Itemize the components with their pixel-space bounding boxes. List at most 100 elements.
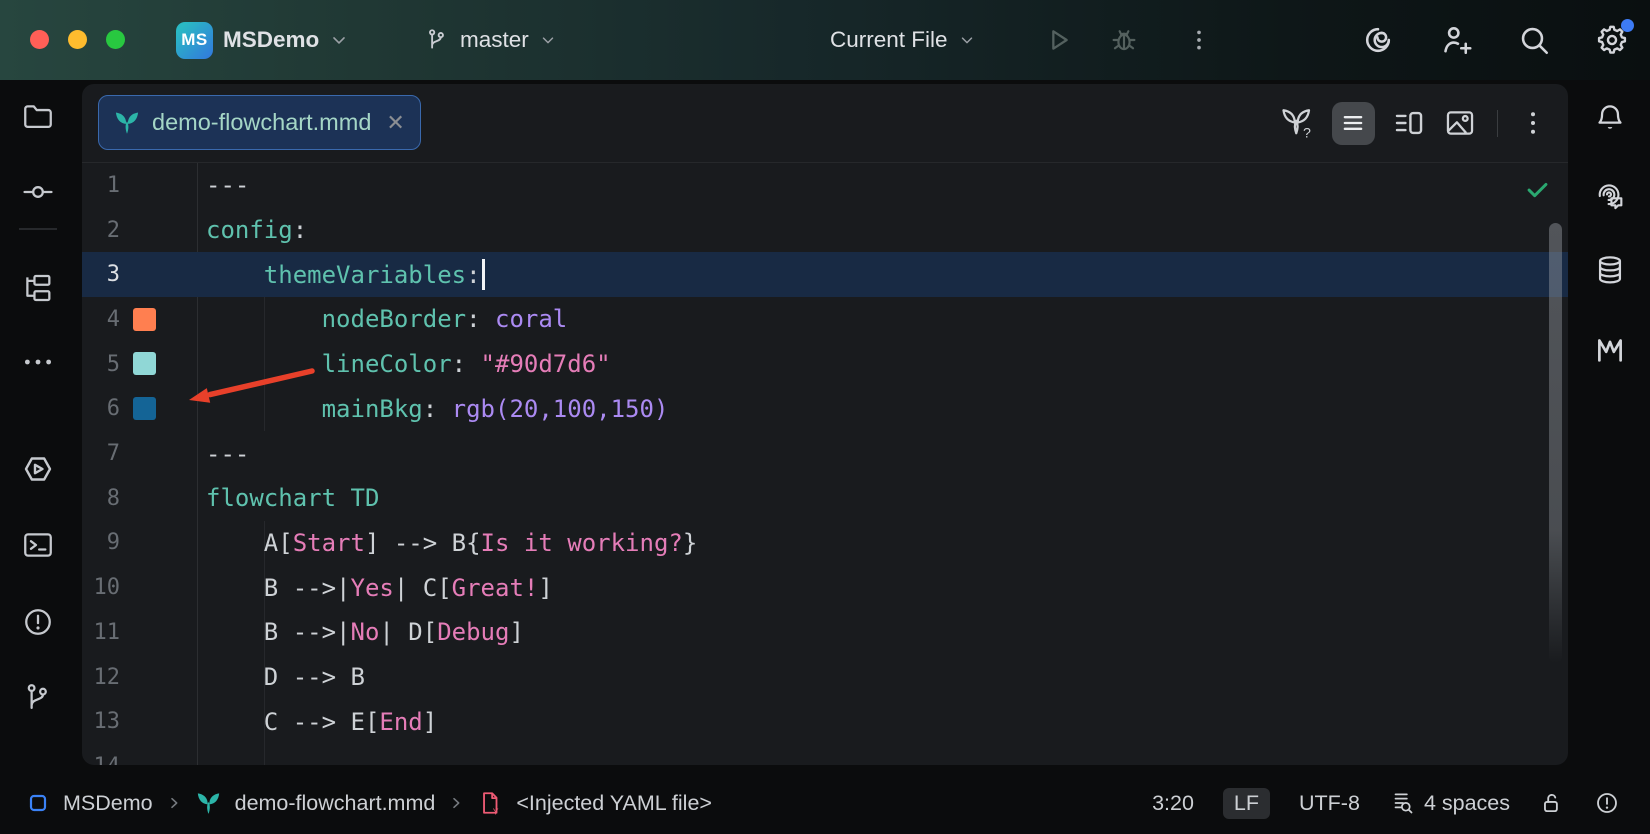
add-user-icon[interactable]: [1438, 22, 1474, 58]
line-number[interactable]: 8: [82, 476, 120, 521]
project-name: MSDemo: [223, 27, 319, 53]
close-tab-icon[interactable]: ✕: [386, 112, 404, 134]
commit-icon: [21, 175, 55, 209]
close-window-button[interactable]: [30, 30, 49, 49]
editor-panel: demo-flowchart.mmd ✕ ? 1---2 config:3 the…: [82, 84, 1568, 765]
run-button[interactable]: [1042, 0, 1074, 80]
breadcrumb-project[interactable]: MSDemo: [63, 791, 153, 816]
code-editor[interactable]: 1---2 config:3 themeVariables:4 nodeBorde…: [82, 163, 1568, 765]
code-line-13[interactable]: 13 C --> E[End]: [82, 699, 1568, 744]
tab-label: demo-flowchart.mmd: [152, 109, 371, 136]
run-configuration-name: Current File: [830, 27, 948, 53]
inspections-ok-checkmark-icon[interactable]: [1524, 176, 1551, 203]
line-number[interactable]: 4: [82, 297, 120, 342]
code-line-10[interactable]: 10 B -->|Yes| C[Great!]: [82, 565, 1568, 610]
unlocked-padlock-icon[interactable]: [1539, 790, 1565, 816]
mermaid-chart-tool-button[interactable]: [1591, 330, 1629, 368]
code-line-6[interactable]: 6 mainBkg: rgb(20,100,150): [82, 387, 1568, 432]
structure-icon: [21, 271, 55, 305]
breadcrumb-injected-fragment[interactable]: <Injected YAML file>: [516, 791, 712, 816]
more-actions-button[interactable]: [1186, 0, 1212, 80]
code-line-7[interactable]: 7---: [82, 431, 1568, 476]
structure-tool-button[interactable]: [19, 269, 57, 307]
breadcrumb-file[interactable]: demo-flowchart.mmd: [235, 791, 436, 816]
mermaid-help-icon[interactable]: ?: [1279, 105, 1315, 141]
code-line-8[interactable]: 8flowchart TD: [82, 476, 1568, 521]
preview-only-icon[interactable]: [1443, 106, 1477, 140]
debug-button[interactable]: [1108, 0, 1140, 80]
project-tool-button[interactable]: [19, 98, 57, 136]
caret-position-widget[interactable]: 3:20: [1152, 791, 1194, 816]
editor-scrollbar[interactable]: [1549, 223, 1562, 663]
gutter-color-swatch[interactable]: [133, 352, 156, 375]
code-text: B -->|No| D[Debug]: [206, 610, 524, 655]
git-tool-button[interactable]: [19, 679, 57, 717]
terminal-tool-button[interactable]: [19, 526, 57, 564]
mermaid-file-icon: [113, 109, 141, 137]
run-configuration-widget[interactable]: Current File: [830, 0, 976, 80]
code-line-9[interactable]: 9 A[Start] --> B{Is it working?}: [82, 521, 1568, 566]
line-separator-widget[interactable]: LF: [1223, 788, 1270, 819]
code-line-1[interactable]: 1---: [82, 163, 1568, 208]
code-line-14[interactable]: 14: [82, 744, 1568, 765]
svg-text:?: ?: [1303, 125, 1311, 141]
encoding-widget[interactable]: UTF-8: [1299, 791, 1360, 816]
ai-chat-tool-button[interactable]: [1591, 177, 1629, 215]
code-line-3[interactable]: 3 themeVariables:: [82, 252, 1568, 297]
code-text: B -->|Yes| C[Great!]: [206, 565, 553, 610]
chevron-down-icon: [329, 30, 349, 50]
ellipsis-icon: [21, 345, 55, 379]
view-editor-only-button[interactable]: [1332, 102, 1375, 145]
vcs-branch-widget[interactable]: master: [424, 0, 557, 80]
services-play-hexagon-icon: [20, 451, 56, 487]
code-line-12[interactable]: 12 D --> B: [82, 655, 1568, 700]
line-number[interactable]: 6: [82, 387, 120, 432]
services-tool-button[interactable]: [19, 450, 57, 488]
settings-button[interactable]: [1594, 22, 1630, 58]
code-line-5[interactable]: 5 lineColor: "#90d7d6": [82, 342, 1568, 387]
code-text: mainBkg: rgb(20,100,150): [206, 387, 668, 432]
code-text: config:: [206, 208, 307, 253]
sidebar-divider: [19, 228, 57, 230]
line-number[interactable]: 1: [82, 163, 120, 208]
database-tool-button[interactable]: [1591, 251, 1629, 289]
line-number[interactable]: 2: [82, 208, 120, 253]
line-number[interactable]: 14: [82, 744, 120, 765]
editor-and-preview-icon[interactable]: [1392, 106, 1426, 140]
more-tool-windows-button[interactable]: [19, 343, 57, 381]
line-number[interactable]: 10: [82, 565, 120, 610]
branch-icon: [424, 27, 450, 53]
gutter-color-swatch[interactable]: [133, 308, 156, 331]
error-highlight-icon[interactable]: [1594, 790, 1620, 816]
line-number[interactable]: 11: [82, 610, 120, 655]
problems-tool-button[interactable]: [19, 603, 57, 641]
line-number[interactable]: 12: [82, 655, 120, 700]
notifications-tool-button[interactable]: [1591, 99, 1629, 137]
code-line-11[interactable]: 11 B -->|No| D[Debug]: [82, 610, 1568, 655]
code-line-2[interactable]: 2 config:: [82, 208, 1568, 253]
editor-kebab-menu-icon[interactable]: [1518, 108, 1548, 138]
problems-alert-icon: [21, 605, 55, 639]
minimize-window-button[interactable]: [68, 30, 87, 49]
line-number[interactable]: 3: [82, 252, 120, 297]
tool-window-widget-icon[interactable]: [26, 791, 50, 815]
branch-name: master: [460, 27, 529, 53]
zoom-window-button[interactable]: [106, 30, 125, 49]
chevron-down-icon: [958, 31, 976, 49]
line-number[interactable]: 13: [82, 699, 120, 744]
toolbar-right-actions: [1360, 0, 1630, 80]
indent-widget[interactable]: 4 spaces: [1389, 790, 1510, 816]
line-number[interactable]: 9: [82, 521, 120, 566]
search-icon[interactable]: [1516, 22, 1552, 58]
ai-assistant-icon[interactable]: [1360, 22, 1396, 58]
project-widget[interactable]: MS MSDemo: [176, 0, 349, 80]
code-text: lineColor: "#90d7d6": [206, 342, 611, 387]
editor-view-controls: ?: [1279, 84, 1549, 162]
database-icon: [1593, 253, 1627, 287]
tab-demo-flowchart[interactable]: demo-flowchart.mmd ✕: [98, 95, 421, 150]
commit-tool-button[interactable]: [19, 173, 57, 211]
line-number[interactable]: 5: [82, 342, 120, 387]
gutter-color-swatch[interactable]: [133, 397, 156, 420]
line-number[interactable]: 7: [82, 431, 120, 476]
code-line-4[interactable]: 4 nodeBorder: coral: [82, 297, 1568, 342]
